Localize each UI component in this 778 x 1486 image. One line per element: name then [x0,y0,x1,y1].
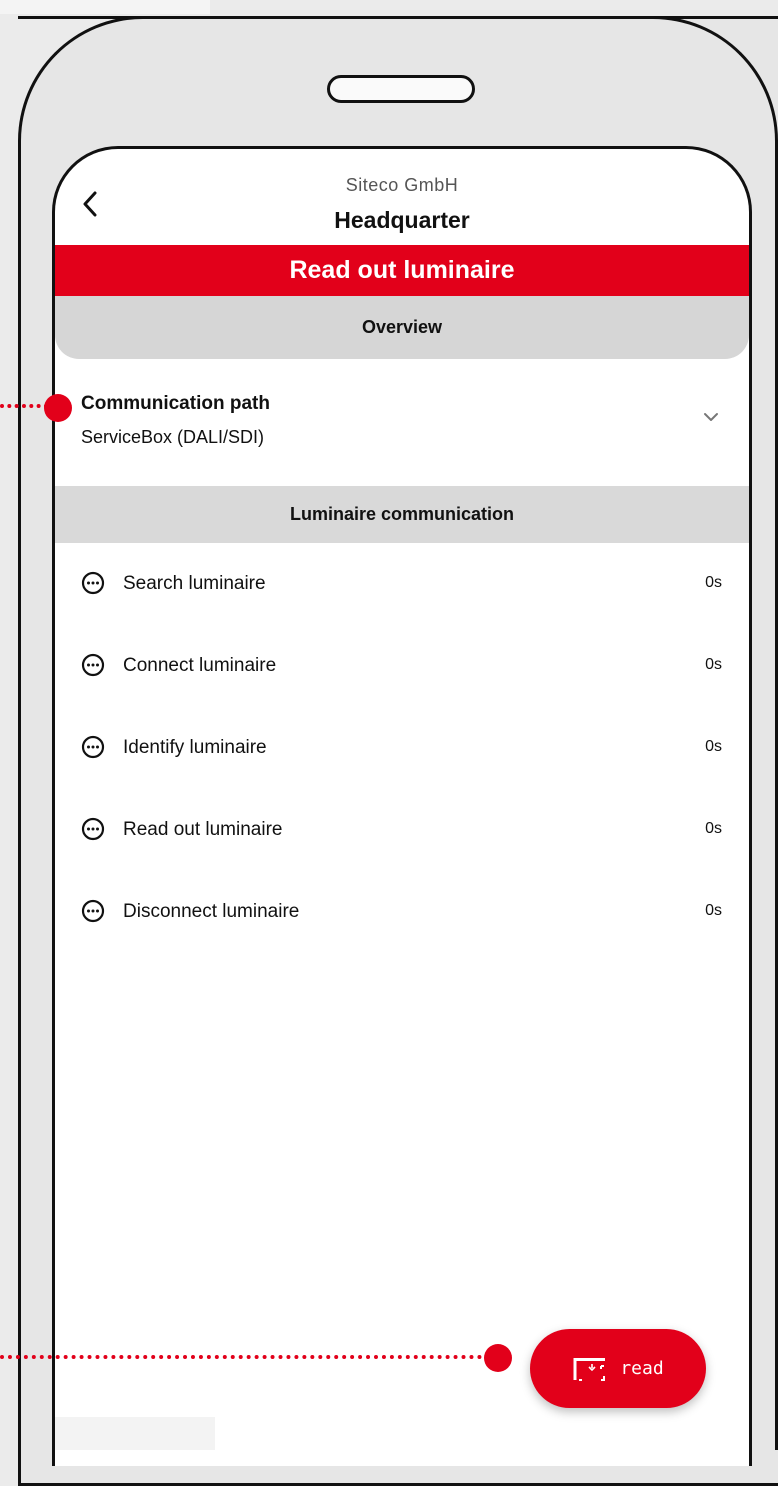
screen-banner: Read out luminaire [55,245,749,296]
step-time: 0s [705,902,722,919]
overview-section-header: Overview [55,296,749,359]
communication-steps-list: Search luminaire 0s Connect luminaire 0s… [55,543,749,953]
communication-path-select[interactable]: Communication path ServiceBox (DALI/SDI) [55,379,749,459]
step-read-out-luminaire: Read out luminaire 0s [55,789,749,871]
step-time: 0s [705,656,722,673]
read-button[interactable]: read [530,1329,706,1408]
pending-dots-icon [81,735,105,759]
company-name: Siteco GmbH [345,175,459,195]
app-screen: Siteco GmbH Headquarter Read out luminai… [52,146,752,1466]
callout-line-read [0,1355,490,1359]
pending-dots-icon [81,653,105,677]
page-title: Headquarter [334,207,470,233]
luminaire-communication-header: Luminaire communication [55,486,749,543]
screen-bottom-fade [55,1417,215,1450]
pending-dots-icon [81,817,105,841]
scan-luminaire-icon [573,1357,606,1381]
read-button-label: read [620,1358,664,1379]
step-time: 0s [705,820,722,837]
communication-path-value: ServiceBox (DALI/SDI) [81,427,265,447]
pending-dots-icon [81,899,105,923]
pending-dots-icon [81,571,105,595]
background-strip [0,0,210,14]
chevron-down-icon [704,413,718,421]
step-name: Identify luminaire [123,737,267,758]
step-time: 0s [705,574,722,591]
step-connect-luminaire: Connect luminaire 0s [55,625,749,707]
step-name: Read out luminaire [123,819,283,840]
step-name: Connect luminaire [123,655,277,676]
phone-speaker [327,75,475,103]
step-search-luminaire: Search luminaire 0s [55,543,749,625]
callout-line-communication [0,404,48,408]
step-name: Search luminaire [123,573,266,594]
step-identify-luminaire: Identify luminaire 0s [55,707,749,789]
callout-dot-communication [44,394,72,422]
step-time: 0s [705,738,722,755]
communication-path-label: Communication path [81,393,270,414]
callout-dot-read [484,1344,512,1372]
step-disconnect-luminaire: Disconnect luminaire 0s [55,871,749,953]
step-name: Disconnect luminaire [123,901,300,922]
